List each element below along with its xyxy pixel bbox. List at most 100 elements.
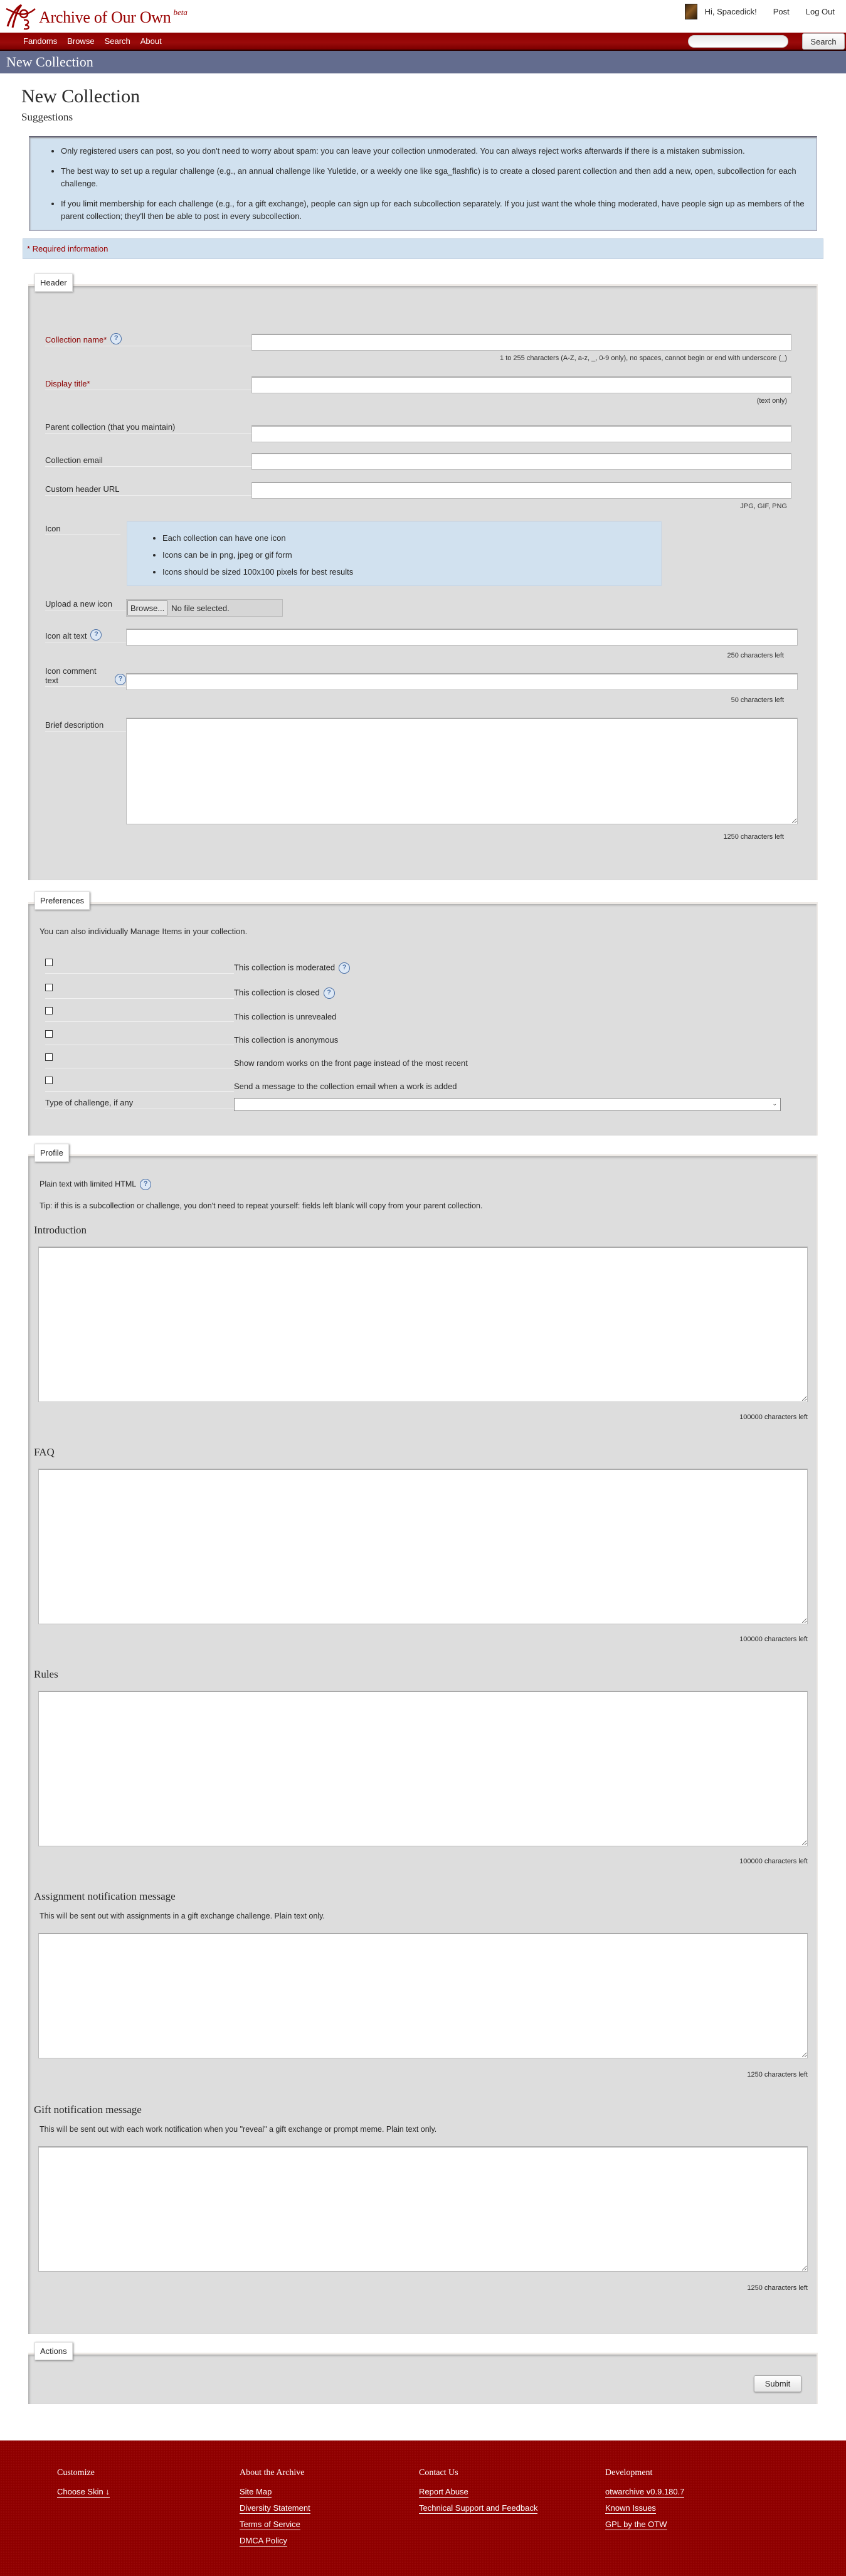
introduction-textarea[interactable] [38, 1247, 808, 1402]
collection-email-input[interactable] [251, 453, 791, 470]
collection-email-label: Collection email [45, 453, 251, 467]
closed-checkbox[interactable] [45, 984, 53, 991]
collection-name-label: Collection name*? [45, 333, 251, 346]
primary-nav: Fandoms Browse Search About Search [0, 33, 846, 51]
rules-textarea[interactable] [38, 1691, 808, 1846]
nav-about[interactable]: About [140, 36, 162, 46]
brief-description-label: Brief description [45, 718, 126, 732]
footer-link[interactable]: Report Abuse [419, 2487, 468, 2498]
comment-counter: 50 characters left [731, 696, 784, 704]
profile-fieldset: Profile Plain text with limited HTML? Ti… [28, 1144, 818, 2334]
post-link[interactable]: Post [773, 7, 790, 16]
user-nav: Hi, Spacedick! Post Log Out [684, 4, 835, 19]
parent-collection-label: Parent collection (that you maintain) [45, 420, 251, 434]
greeting-link[interactable]: Hi, Spacedick! [705, 7, 757, 16]
unrevealed-checkbox[interactable] [45, 1007, 53, 1014]
upload-icon-label: Upload a new icon [45, 597, 126, 610]
nav-fandoms[interactable]: Fandoms [23, 36, 57, 46]
suggestion-item: Only registered users can post, so you d… [61, 145, 806, 157]
nav-search[interactable]: Search [105, 36, 130, 46]
suggestions-heading: Suggestions [21, 111, 73, 123]
display-title-input[interactable] [251, 376, 791, 393]
footer-link[interactable]: GPL by the OTW [605, 2520, 667, 2530]
nav-browse[interactable]: Browse [67, 36, 94, 46]
faq-textarea[interactable] [38, 1469, 808, 1624]
site-search-button[interactable]: Search [802, 33, 845, 50]
display-title-hint: (text only) [756, 397, 787, 405]
footer-link[interactable]: Technical Support and Feedback [419, 2503, 538, 2514]
help-icon[interactable]: ? [140, 1179, 152, 1190]
ao3-logo-icon [6, 4, 36, 30]
gift-note: This will be sent out with each work not… [40, 2125, 437, 2134]
preferences-fieldset: Preferences You can also individually Ma… [28, 891, 818, 1136]
custom-header-url-input[interactable] [251, 482, 791, 499]
actions-legend: Actions [34, 2342, 73, 2360]
footer-link[interactable]: Known Issues [605, 2503, 656, 2514]
assignment-heading: Assignment notification message [34, 1890, 176, 1902]
help-icon[interactable]: ? [339, 962, 351, 974]
introduction-heading: Introduction [34, 1224, 87, 1236]
preferences-intro: You can also individually Manage Items i… [40, 927, 248, 936]
assignment-note: This will be sent out with assignments i… [40, 1912, 325, 1920]
gift-counter: 1250 characters left [747, 2284, 808, 2292]
collection-name-input[interactable] [251, 334, 791, 351]
suggestions-notice: Only registered users can post, so you d… [29, 136, 817, 231]
footer-about: About the Archive Site Map Diversity Sta… [240, 2468, 310, 2547]
footer-link[interactable]: Diversity Statement [240, 2503, 310, 2514]
footer-contact: Contact Us Report Abuse Technical Suppor… [419, 2468, 538, 2514]
user-avatar[interactable] [684, 4, 697, 19]
pref-option: Show random works on the front page inst… [28, 1045, 817, 1068]
help-icon[interactable]: ? [90, 629, 102, 641]
icon-comment-input[interactable] [126, 673, 798, 690]
footer-link[interactable]: Choose Skin ↓ [57, 2487, 110, 2498]
icon-alt-text-input[interactable] [126, 629, 798, 646]
page-banner: New Collection [0, 51, 846, 73]
email-notify-checkbox[interactable] [45, 1077, 53, 1084]
browse-button[interactable]: Browse... [127, 600, 168, 615]
icon-notes: Each collection can have one icon Icons … [127, 521, 662, 586]
parent-collection-input[interactable] [251, 425, 791, 442]
gift-textarea[interactable] [38, 2146, 808, 2272]
site-logo[interactable]: Archive of Our Own beta [5, 3, 188, 30]
assignment-counter: 1250 characters left [747, 2071, 808, 2078]
brief-description-textarea[interactable] [126, 718, 798, 824]
preferences-legend: Preferences [34, 891, 90, 910]
chevron-down-icon: ⌄ [772, 1100, 777, 1107]
site-header: Archive of Our Own beta Hi, Spacedick! P… [0, 0, 846, 33]
pref-option: This collection is closed? [28, 974, 817, 999]
required-notice: * Required information [23, 238, 823, 259]
random-works-checkbox[interactable] [45, 1053, 53, 1061]
submit-button[interactable]: Submit [754, 2375, 801, 2392]
no-file-text: No file selected. [171, 603, 230, 613]
footer-link[interactable]: otwarchive v0.9.180.7 [605, 2487, 685, 2498]
icon-file-input[interactable]: Browse... No file selected. [126, 599, 283, 617]
footer-link[interactable]: Terms of Service [240, 2520, 300, 2530]
logout-link[interactable]: Log Out [806, 7, 835, 16]
pref-option: Send a message to the collection email w… [28, 1068, 817, 1092]
description-counter: 1250 characters left [723, 833, 784, 841]
site-search-input[interactable] [688, 35, 788, 48]
suggestion-item: If you limit membership for each challen… [61, 198, 806, 223]
header-legend: Header [34, 274, 73, 292]
challenge-type-select[interactable] [234, 1098, 781, 1111]
page-title: New Collection [21, 86, 140, 107]
icon-note: Each collection can have one icon [162, 530, 661, 546]
introduction-counter: 100000 characters left [739, 1413, 808, 1421]
custom-header-url-label: Custom header URL [45, 482, 251, 496]
moderated-checkbox[interactable] [45, 959, 53, 966]
profile-tip: Tip: if this is a subcollection or chall… [40, 1201, 483, 1210]
assignment-textarea[interactable] [38, 1933, 808, 2058]
footer-link[interactable]: DMCA Policy [240, 2536, 287, 2547]
header-fieldset: Header Collection name*? 1 to 255 charac… [28, 274, 818, 880]
anonymous-checkbox[interactable] [45, 1030, 53, 1038]
beta-tag: beta [173, 8, 188, 17]
banner-title: New Collection [6, 54, 93, 70]
pref-option: This collection is moderated? [28, 949, 817, 974]
help-icon[interactable]: ? [323, 987, 335, 999]
custom-header-url-hint: JPG, GIF, PNG [740, 503, 787, 510]
help-icon[interactable]: ? [110, 333, 122, 344]
footer-link[interactable]: Site Map [240, 2487, 272, 2498]
rules-counter: 100000 characters left [739, 1858, 808, 1865]
help-icon[interactable]: ? [115, 674, 126, 685]
rules-heading: Rules [34, 1668, 58, 1680]
